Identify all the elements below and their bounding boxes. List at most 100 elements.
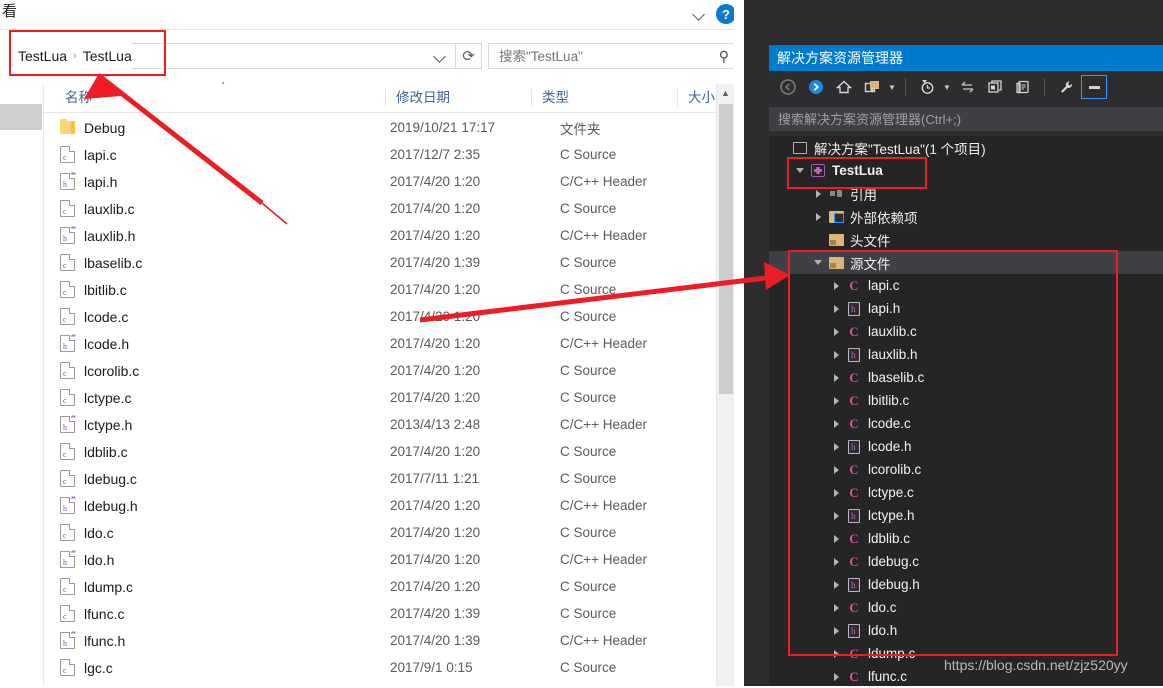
chevron-right-icon[interactable] — [827, 580, 845, 589]
search-icon[interactable]: ⚲ — [719, 48, 729, 65]
file-row[interactable]: ldblib.c 2017/4/20 1:20 C Source — [44, 438, 716, 465]
tree-row[interactable]: 解决方案"TestLua"(1 个项目) — [769, 136, 1163, 159]
file-row[interactable]: ** lcode.h 2017/4/20 1:20 C/C++ Header — [44, 330, 716, 357]
ribbon-tab-label[interactable]: 看 — [2, 2, 17, 22]
file-row[interactable]: lcorolib.c 2017/4/20 1:20 C Source — [44, 357, 716, 384]
column-header-size[interactable]: 大小 — [678, 84, 718, 112]
file-row[interactable]: ** lauxlib.h 2017/4/20 1:20 C/C++ Header — [44, 222, 716, 249]
search-box[interactable]: ⚲ — [488, 43, 736, 69]
file-row[interactable]: ldump.c 2017/4/20 1:20 C Source — [44, 573, 716, 600]
file-row[interactable]: ** ldo.h 2017/4/20 1:20 C/C++ Header — [44, 546, 716, 573]
show-all-files-icon[interactable] — [859, 75, 885, 99]
sync-with-active-document-icon[interactable] — [954, 75, 980, 99]
file-row[interactable]: ** lctype.h 2013/4/13 2:48 C/C++ Header — [44, 411, 716, 438]
file-row[interactable]: Debug 2019/10/21 17:17 文件夹 — [44, 114, 716, 141]
chevron-right-icon[interactable] — [827, 419, 845, 428]
chevron-right-icon[interactable] — [809, 212, 827, 221]
wrench-icon[interactable] — [1053, 75, 1079, 99]
file-row[interactable]: lgc.c 2017/9/1 0:15 C Source — [44, 654, 716, 681]
file-row[interactable]: lbaselib.c 2017/4/20 1:39 C Source — [44, 249, 716, 276]
file-row[interactable]: ldebug.c 2017/7/11 1:21 C Source — [44, 465, 716, 492]
tree-row[interactable]: Clapi.c — [769, 274, 1163, 297]
show-all-files-dropdown-icon[interactable]: ▼ — [887, 75, 897, 99]
tree-row[interactable]: TestLua — [769, 159, 1163, 182]
collapse-all-icon[interactable] — [1081, 75, 1107, 99]
chevron-right-icon[interactable] — [827, 557, 845, 566]
tree-row[interactable]: ldebug.h — [769, 573, 1163, 596]
file-row[interactable]: ldo.c 2017/4/20 1:20 C Source — [44, 519, 716, 546]
chevron-down-icon[interactable] — [809, 260, 827, 265]
tree-row[interactable]: Clcode.c — [769, 412, 1163, 435]
file-row[interactable]: lbitlib.c 2017/4/20 1:20 C Source — [44, 276, 716, 303]
search-input[interactable] — [497, 47, 719, 65]
chevron-right-icon[interactable] — [827, 603, 845, 612]
breadcrumb[interactable]: TestLua › TestLua — [8, 43, 132, 69]
tree-row[interactable]: Clbaselib.c — [769, 366, 1163, 389]
chevron-right-icon[interactable] — [827, 304, 845, 313]
pending-changes-dropdown-icon[interactable]: ▼ — [942, 75, 952, 99]
scroll-up-icon[interactable]: ▲ — [717, 84, 734, 101]
chevron-right-icon[interactable] — [827, 534, 845, 543]
chevron-right-icon[interactable] — [827, 281, 845, 290]
tree-row[interactable]: 外部依赖项 — [769, 205, 1163, 228]
chevron-right-icon[interactable] — [809, 189, 827, 198]
file-row[interactable]: lauxlib.c 2017/4/20 1:20 C Source — [44, 195, 716, 222]
forward-icon[interactable] — [803, 75, 829, 99]
pending-changes-icon[interactable] — [914, 75, 940, 99]
scrollbar-thumb[interactable] — [719, 104, 733, 394]
file-row[interactable]: lfunc.c 2017/4/20 1:39 C Source — [44, 600, 716, 627]
file-row[interactable]: lctype.c 2017/4/20 1:20 C Source — [44, 384, 716, 411]
column-header-type[interactable]: 类型 — [532, 84, 677, 112]
tree-row[interactable]: lcode.h — [769, 435, 1163, 458]
tree-row[interactable]: lapi.h — [769, 297, 1163, 320]
nav-pane-item[interactable] — [0, 104, 42, 130]
chevron-right-icon[interactable] — [827, 626, 845, 635]
properties-icon[interactable] — [982, 75, 1008, 99]
tree-row[interactable]: Clcorolib.c — [769, 458, 1163, 481]
tree-row[interactable]: Cldo.c — [769, 596, 1163, 619]
column-header-name[interactable]: 名称 — [55, 84, 385, 112]
chevron-right-icon[interactable] — [827, 465, 845, 474]
tree-row[interactable]: Cldebug.c — [769, 550, 1163, 573]
breadcrumb-item-1[interactable]: TestLua — [83, 48, 132, 64]
column-header-date[interactable]: 修改日期 — [386, 84, 531, 112]
file-row[interactable]: lapi.c 2017/12/7 2:35 C Source — [44, 141, 716, 168]
tree-row[interactable]: Clauxlib.c — [769, 320, 1163, 343]
tree-row[interactable]: ldo.h — [769, 619, 1163, 642]
tree-row[interactable]: Cldblib.c — [769, 527, 1163, 550]
chevron-right-icon[interactable] — [827, 373, 845, 382]
file-row[interactable]: lcode.c 2017/4/20 1:20 C Source — [44, 303, 716, 330]
chevron-down-icon[interactable] — [692, 7, 706, 21]
file-name-cell: lauxlib.c — [44, 200, 390, 217]
solution-explorer-search-input[interactable]: 搜索解决方案资源管理器(Ctrl+;) — [769, 107, 1163, 131]
chevron-right-icon[interactable] — [827, 327, 845, 336]
tree-row[interactable]: lauxlib.h — [769, 343, 1163, 366]
refresh-icon[interactable]: ⟳ — [456, 43, 482, 69]
address-dropdown-icon[interactable] — [429, 44, 451, 68]
chevron-right-icon[interactable] — [827, 442, 845, 451]
chevron-down-icon[interactable] — [791, 168, 809, 173]
chevron-right-icon[interactable] — [827, 649, 845, 658]
preview-selected-items-icon[interactable] — [1010, 75, 1036, 99]
breadcrumb-item-0[interactable]: TestLua — [18, 48, 67, 64]
tree-row[interactable]: Clctype.c — [769, 481, 1163, 504]
chevron-right-icon[interactable] — [827, 488, 845, 497]
file-row[interactable]: ** ldebug.h 2017/4/20 1:20 C/C++ Header — [44, 492, 716, 519]
file-row[interactable]: ** lapi.h 2017/4/20 1:20 C/C++ Header — [44, 168, 716, 195]
back-icon[interactable] — [775, 75, 801, 99]
tree-row[interactable]: 源文件 — [769, 251, 1163, 274]
c-header-icon: ** — [60, 225, 76, 244]
chevron-right-icon[interactable] — [827, 672, 845, 681]
tree-row[interactable]: 引用 — [769, 182, 1163, 205]
help-icon[interactable]: ? — [716, 4, 736, 24]
tree-row[interactable]: lctype.h — [769, 504, 1163, 527]
chevron-right-icon[interactable] — [827, 511, 845, 520]
vertical-scrollbar[interactable]: ▲ — [717, 84, 734, 686]
file-row[interactable]: ** lfunc.h 2017/4/20 1:39 C/C++ Header — [44, 627, 716, 654]
home-icon[interactable] — [831, 75, 857, 99]
address-input[interactable] — [131, 43, 456, 69]
chevron-right-icon[interactable] — [827, 396, 845, 405]
tree-row[interactable]: Clbitlib.c — [769, 389, 1163, 412]
chevron-right-icon[interactable] — [827, 350, 845, 359]
tree-row[interactable]: 头文件 — [769, 228, 1163, 251]
